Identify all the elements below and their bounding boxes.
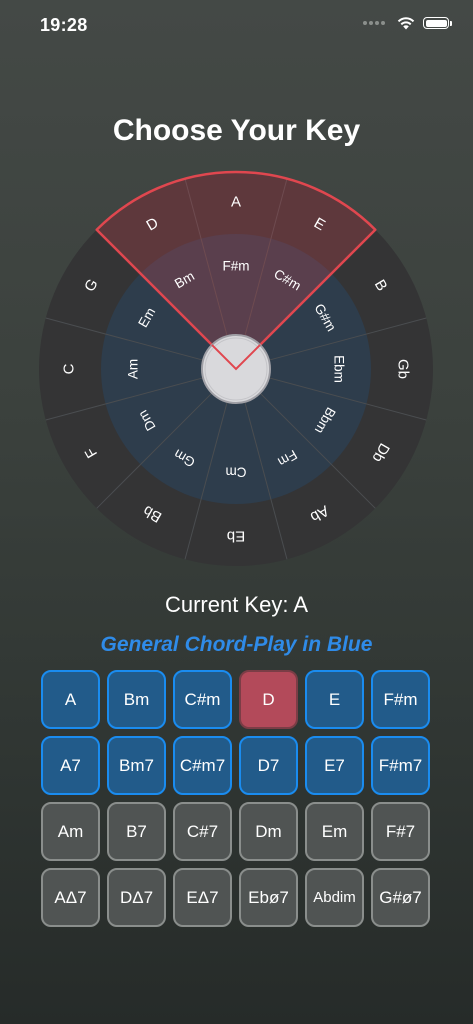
chord-button-label: EΔ7 [186, 887, 219, 907]
chord-button-dm[interactable]: Dm [239, 802, 298, 861]
chord-button-label: G#ø7 [379, 887, 422, 907]
chord-button-d[interactable]: D [239, 670, 298, 729]
current-key-label: Current Key: A [164, 592, 309, 617]
chord-button-am[interactable]: Am [41, 802, 100, 861]
chord-button-label: C#m7 [179, 755, 226, 775]
chord-button-label: C#7 [186, 821, 219, 841]
chord-button-em[interactable]: Em [305, 802, 364, 861]
chord-button-label: Ebø7 [248, 887, 289, 907]
wheel-key-c[interactable]: C [61, 363, 78, 374]
chord-button-fsharpm7[interactable]: F#m7 [371, 736, 430, 795]
chord-button-e7[interactable]: E7 [305, 736, 364, 795]
page-title: Choose Your Key [112, 114, 361, 147]
chord-button-label: F#m [383, 689, 418, 709]
chord-button-d7[interactable]: D7 [239, 736, 298, 795]
signal-icon [363, 21, 385, 25]
chord-button-gsharpø7[interactable]: G#ø7 [371, 868, 430, 927]
chord-button-csharpm[interactable]: C#m [173, 670, 232, 729]
chord-button-label: D7 [257, 755, 280, 775]
chord-button-label: DΔ7 [119, 887, 154, 907]
chord-button-label: A [64, 689, 77, 709]
chord-button-bm7[interactable]: Bm7 [107, 736, 166, 795]
chord-button-aδ7[interactable]: AΔ7 [41, 868, 100, 927]
circle-of-fifths-wheel[interactable]: AEBGbDbAbEbBbFCGDF#mC#mG#mEbmBbmFmCmGmDm… [36, 169, 436, 569]
chord-button-label: F#m7 [378, 755, 423, 775]
wheel-key-cm[interactable]: Cm [226, 465, 247, 480]
chord-button-label: AΔ7 [54, 887, 87, 907]
chord-button-fsharp7[interactable]: F#7 [371, 802, 430, 861]
chord-button-label: C#m [184, 689, 221, 709]
chord-button-label: Abdim [313, 889, 356, 906]
chord-button-label: A7 [60, 755, 81, 775]
chord-button-label: Dm [255, 821, 282, 841]
chord-button-label: Bm7 [119, 755, 154, 775]
status-icons [363, 16, 452, 30]
chord-button-label: Am [57, 821, 84, 841]
chord-button-label: D [262, 689, 275, 709]
chord-button-a7[interactable]: A7 [41, 736, 100, 795]
chord-button-e[interactable]: E [305, 670, 364, 729]
chord-button-csharpm7[interactable]: C#m7 [173, 736, 232, 795]
wheel-key-gb[interactable]: Gb [395, 359, 412, 379]
wheel-key-ebm[interactable]: Ebm [332, 355, 347, 383]
chord-button-csharp7[interactable]: C#7 [173, 802, 232, 861]
chord-button-abdim[interactable]: Abdim [305, 868, 364, 927]
chord-button-label: F#7 [385, 821, 416, 841]
status-time: 19:28 [40, 15, 88, 35]
chord-button-fsharpm[interactable]: F#m [371, 670, 430, 729]
chord-button-grid: A Bm C#m D E F#m A7 Bm7 C#m7 D7 E7 F#m7 Am B7 C#7 Dm Em F… [41, 670, 430, 927]
chord-button-label: Em [321, 821, 348, 841]
status-bar: 19:28 [0, 0, 473, 52]
wheel-key-fsharpm[interactable]: F#m [223, 259, 250, 274]
chord-button-b7[interactable]: B7 [107, 802, 166, 861]
chord-button-label: Bm [123, 689, 150, 709]
chord-play-subtitle: General Chord-Play in Blue [100, 633, 373, 656]
battery-icon [423, 17, 452, 29]
chord-button-ebø7[interactable]: Ebø7 [239, 868, 298, 927]
chord-button-dδ7[interactable]: DΔ7 [107, 868, 166, 927]
chord-button-label: E7 [324, 755, 345, 775]
chord-button-a[interactable]: A [41, 670, 100, 729]
chord-button-label: B7 [126, 821, 147, 841]
wifi-icon [397, 17, 415, 30]
chord-button-eδ7[interactable]: EΔ7 [173, 868, 232, 927]
wheel-key-eb[interactable]: Eb [227, 528, 245, 545]
chord-button-bm[interactable]: Bm [107, 670, 166, 729]
wheel-key-a[interactable]: A [231, 194, 241, 211]
wheel-key-am[interactable]: Am [126, 359, 141, 379]
chord-button-label: E [328, 689, 341, 709]
